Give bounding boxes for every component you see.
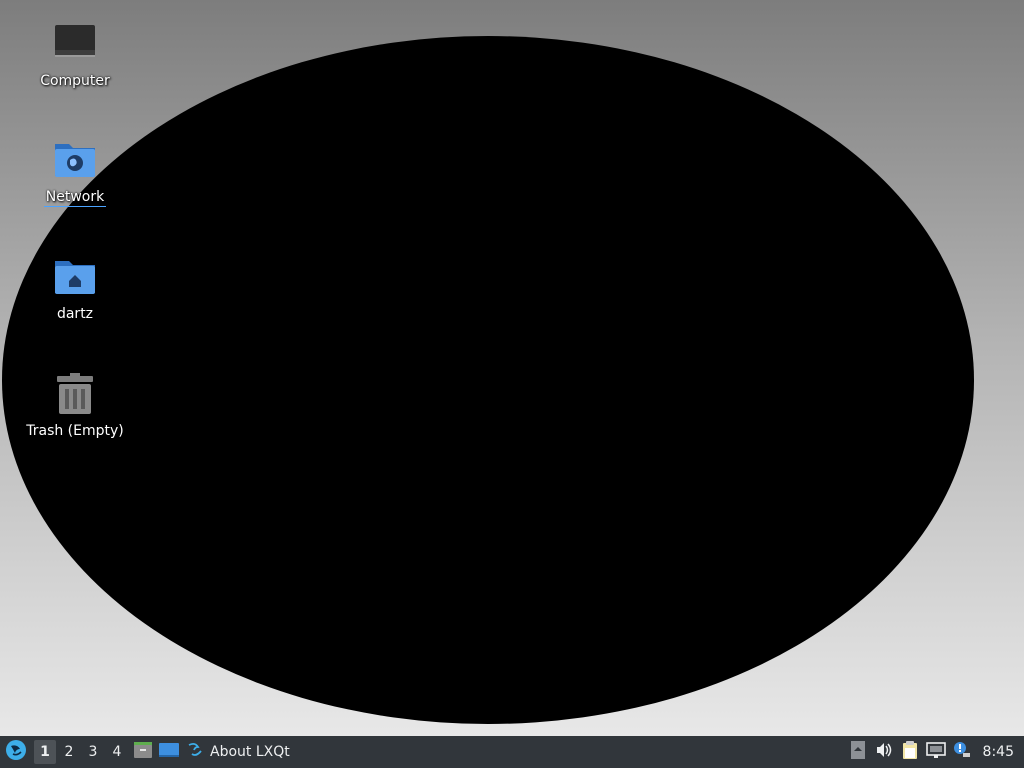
update-notifier-button[interactable]	[949, 736, 975, 768]
computer-icon	[53, 22, 97, 66]
tray-expand-icon	[850, 741, 865, 763]
desktop-icon-label: Trash (Empty)	[26, 423, 124, 439]
desktop-1-button[interactable]: 1	[34, 740, 56, 764]
file-manager-launcher[interactable]	[130, 736, 156, 768]
clipboard-icon	[901, 740, 919, 764]
desktop-icon-network[interactable]: Network	[20, 138, 130, 207]
trash-icon	[53, 372, 97, 416]
tray-expand-button[interactable]	[845, 736, 871, 768]
desktop-3-button[interactable]: 3	[82, 740, 104, 764]
desktop-icon-trash[interactable]: Trash (Empty)	[20, 372, 130, 440]
desktop-icon-label: Computer	[40, 73, 110, 89]
desktop-icon-home[interactable]: dartz	[20, 255, 130, 323]
system-tray: 8:45	[845, 736, 1024, 768]
taskbar-task-about-lxqt[interactable]: About LXQt	[182, 739, 298, 765]
clock[interactable]: 8:45	[975, 744, 1024, 760]
start-menu-button[interactable]	[0, 736, 32, 768]
wallpaper-black-ellipse	[2, 36, 974, 724]
desktop-icon-computer[interactable]: Computer	[20, 22, 130, 90]
show-desktop-icon	[158, 741, 180, 763]
desktop-2-button[interactable]: 2	[58, 740, 80, 764]
network-wired-icon	[925, 741, 946, 763]
home-folder-icon	[53, 255, 97, 299]
taskbar: 1 2 3 4 About LXQt 8:45	[0, 736, 1024, 768]
desktop-icon-label: dartz	[56, 306, 94, 322]
desktop-icon-label: Network	[43, 189, 107, 207]
desktop-switcher: 1 2 3 4	[34, 740, 130, 764]
volume-button[interactable]	[871, 736, 897, 768]
lxqt-logo-icon	[186, 741, 204, 763]
lxqt-menu-icon	[5, 739, 27, 765]
show-desktop-button[interactable]	[156, 736, 182, 768]
file-manager-icon	[133, 740, 153, 764]
network-folder-icon	[53, 138, 97, 182]
task-label: About LXQt	[210, 744, 290, 760]
clipboard-button[interactable]	[897, 736, 923, 768]
desktop-4-button[interactable]: 4	[106, 740, 128, 764]
update-notifier-icon	[953, 741, 971, 763]
network-button[interactable]	[923, 736, 949, 768]
volume-icon	[875, 741, 893, 763]
